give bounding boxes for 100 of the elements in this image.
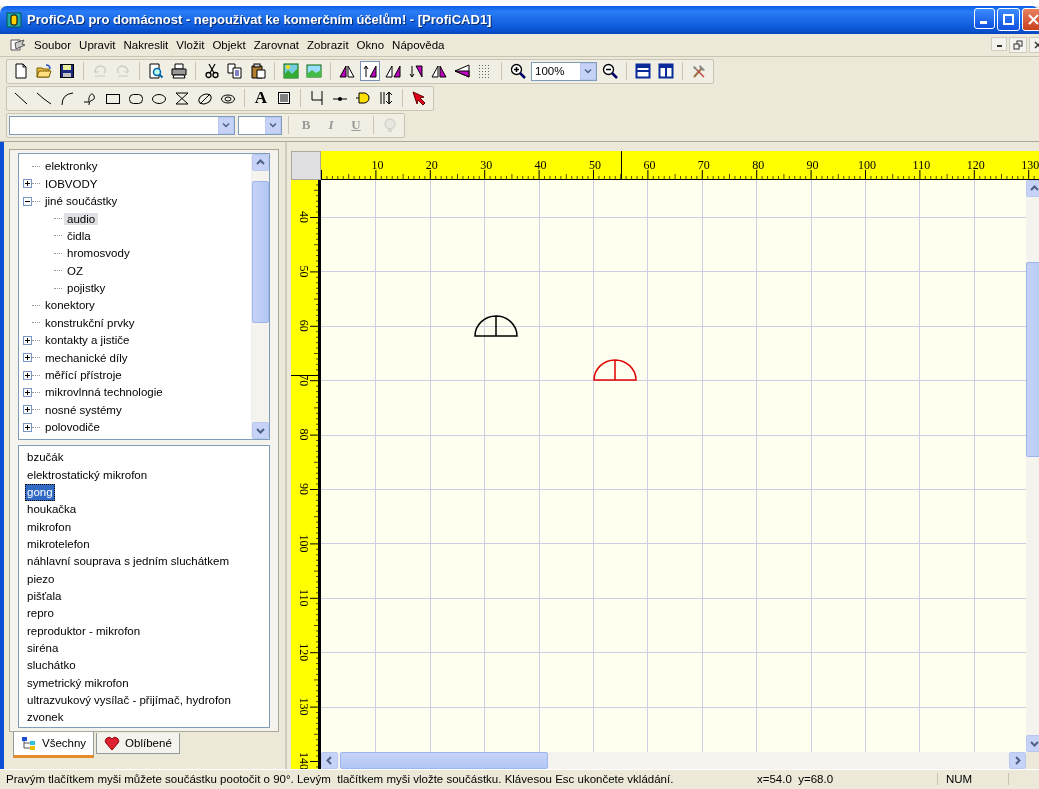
tree-item[interactable]: OZ [64,264,86,277]
restore-button[interactable] [1009,36,1027,53]
tree-item[interactable]: polovodiče [42,421,103,434]
scroll-down-button[interactable] [252,422,269,440]
dropdown-icon[interactable] [265,116,281,134]
tab[interactable]: Oblíbené [96,732,180,754]
ruler-label: 130 [297,697,311,716]
tree-item[interactable]: audio [64,212,99,225]
scroll-down-button[interactable] [1026,734,1039,752]
expand-icon[interactable] [23,370,32,380]
copy-icon[interactable] [225,61,245,82]
list-item[interactable]: mikrofon [25,518,74,536]
expand-icon[interactable] [23,405,32,415]
list-item[interactable]: náhlavní souprava s jedním sluchátkem [25,553,231,571]
text-tool-button[interactable]: A [251,88,271,109]
tree-item[interactable]: kontakty a jističe [42,334,133,347]
maximize-button[interactable] [997,8,1020,32]
image-icon[interactable] [281,61,301,82]
size-field[interactable] [238,115,282,135]
minimize-button[interactable] [991,36,1007,51]
tree-item[interactable]: čidla [64,229,94,242]
list-item[interactable]: piezo [25,570,57,588]
ruler-label: 40 [534,157,547,172]
tree-item[interactable]: mikrovlnná technologie [42,386,166,399]
ruler-label: 130 [1021,157,1039,172]
menu-item[interactable]: Vložit [172,36,209,53]
expand-icon[interactable] [23,353,32,363]
tree-item[interactable]: pojistky [64,282,109,295]
ruler-label: 90 [297,482,311,495]
split-vertical-icon[interactable] [656,61,676,82]
collapse-icon[interactable] [23,196,32,206]
heart-icon [104,734,121,751]
expand-icon[interactable] [23,422,32,432]
ruler-label: 80 [297,428,311,441]
tree-item[interactable]: konektory [42,299,98,312]
dropdown-icon[interactable] [218,116,234,134]
list-item[interactable]: pišťala [25,587,64,606]
font-field[interactable] [9,115,235,135]
tree-item[interactable]: elektronky [42,160,101,173]
menu-item[interactable]: Zobrazit [303,36,353,53]
restore-icon [1013,39,1023,50]
expand-icon[interactable] [23,335,32,345]
status-message: Pravým tlačítkem myši můžete součástku pootočit o 90°. Levým tlačítkem myši vložte součástku. Klávesou Esc ukončete vkládání. [6,773,675,786]
app-icon [6,11,22,28]
tab[interactable]: Všechny [13,731,95,758]
maximize-icon [1002,13,1015,27]
tree-item[interactable]: hromosvody [64,247,133,260]
semicircle-symbol[interactable] [474,314,518,337]
list-item[interactable]: elektrostatický mikrofon [25,466,150,484]
print-preview-icon[interactable] [146,61,166,82]
list-item[interactable]: siréna [25,639,61,658]
menu-item[interactable]: Nápověda [388,36,449,53]
menu-item[interactable]: Soubor [30,36,76,53]
paste-icon[interactable] [248,61,268,82]
ruler-label: 40 [297,210,311,223]
ruler-label: 110 [912,157,931,172]
ruler-label: 110 [297,588,311,607]
caret-up-icon [256,159,265,166]
list-item[interactable]: mikrotelefon [25,535,92,554]
list-item[interactable]: ultrazvukový vysílač - přijímač, hydrofon [25,692,233,710]
ruler-label: 140 [297,751,311,769]
menu-item[interactable]: Okno [352,36,389,53]
list-item[interactable]: bzučák [25,449,66,467]
ruler-label: 80 [752,157,765,172]
ruler-label: 100 [297,534,311,553]
tree-item[interactable]: jiné součástky [42,195,121,208]
menu-item[interactable]: Zarovnat [249,36,304,53]
ruler-label: 50 [589,157,601,172]
list-item[interactable]: symetrický mikrofon [25,674,131,692]
tree-item[interactable]: IOBVODY [42,177,101,190]
flip-icon[interactable] [360,61,380,82]
ruler-label: 10 [371,157,384,172]
tree-item[interactable]: mechanické díly [42,351,131,364]
menu-item[interactable]: Nakreslit [119,36,173,53]
print-icon[interactable] [169,61,189,82]
list-item[interactable]: zvonek [25,709,66,727]
expand-icon[interactable] [23,179,32,189]
ruler-label: 60 [297,319,311,332]
list-item[interactable]: repro [25,605,56,623]
list-item[interactable]: gong [25,483,55,502]
minimize-icon [996,44,1002,47]
list-item[interactable]: sluchátko [25,657,78,675]
ruler-label: 120 [297,642,311,661]
scroll-thumb[interactable] [252,180,269,323]
ruler-label: 100 [858,157,876,172]
expand-icon[interactable] [23,387,32,397]
vertical-scrollbar[interactable] [251,153,269,440]
dropdown-icon[interactable] [580,62,596,80]
list-item[interactable]: reproduktor - mikrofon [25,622,143,640]
menu-item[interactable]: Objekt [208,36,250,53]
tree-item[interactable]: konstrukční prvky [42,316,138,329]
tree-item[interactable]: měřící přístroje [42,369,125,382]
ruler-label: 60 [643,157,656,172]
tree-item[interactable]: nosné systémy [42,403,125,416]
zoom-field[interactable]: 100% [531,61,597,81]
document-icon [10,36,26,53]
menu-item[interactable]: Upravit [75,36,120,53]
split-horizontal-icon[interactable] [633,61,653,82]
list-item[interactable]: houkačka [25,501,79,519]
cursor-coordinates: x=54.0 y=68.0 [757,773,835,786]
